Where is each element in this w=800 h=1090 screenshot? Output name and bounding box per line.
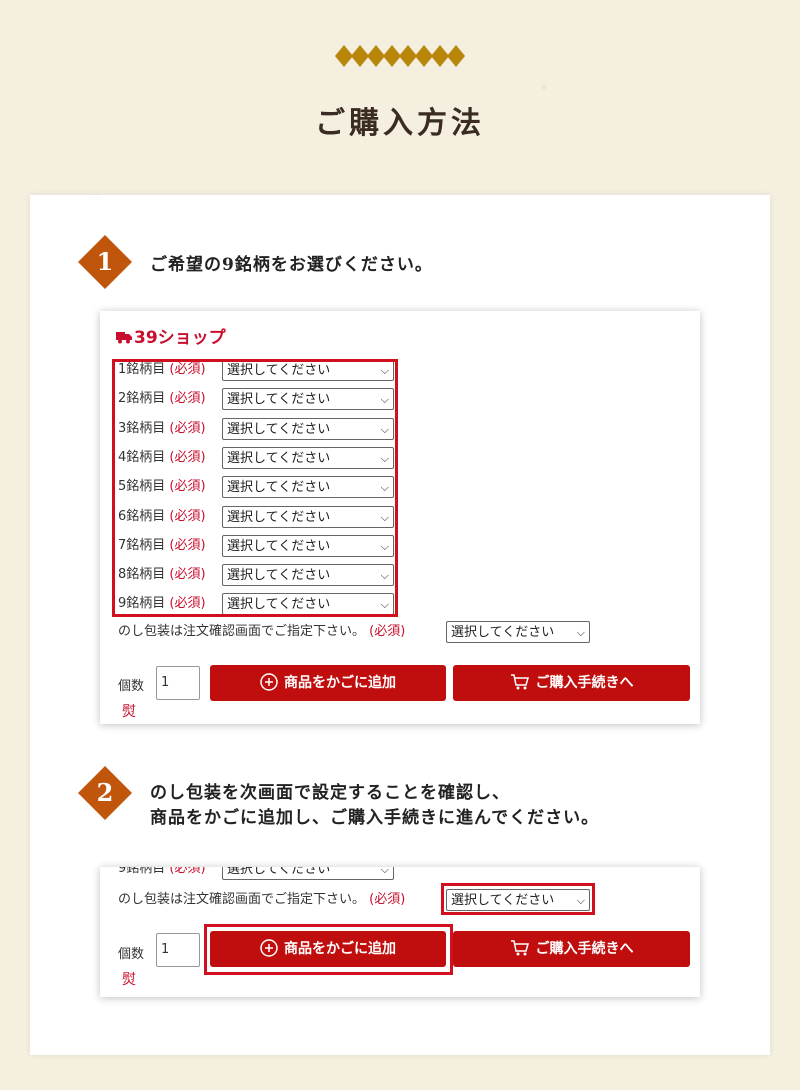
brand-row-9-partial: 9銘柄目 (必須) (118, 867, 206, 882)
brand-row-9-label: 9銘柄目 (118, 867, 166, 876)
checkout-label: ご購入手続きへ (535, 675, 634, 691)
add-to-cart-button[interactable]: 商品をかごに追加 (210, 665, 446, 701)
noshi-label: のし包装は注文確認画面でご指定下さい。 (118, 624, 366, 639)
noshi-required-2: (必須) (369, 892, 406, 907)
step-2-line-1: のし包装を次画面で設定することを確認し、 (150, 783, 510, 803)
add-to-cart-label: 商品をかごに追加 (284, 675, 396, 691)
noshi-row-2: のし包装は注文確認画面でご指定下さい。 (必須) (118, 887, 405, 913)
brand-select-9-partial[interactable]: 選択してください ⌵ (222, 867, 394, 880)
chevron-down-icon: ⌵ (380, 867, 389, 876)
noshi-required: (必須) (369, 624, 406, 639)
brand-row-9-required: (必須) (169, 867, 206, 876)
noshi-icon-2: 熨 (122, 972, 136, 988)
cart-icon (510, 940, 529, 956)
highlight-add-to-cart (204, 924, 453, 975)
noshi-row: のし包装は注文確認画面でご指定下さい。 (必須) (118, 619, 405, 645)
step-2-number: 2 (96, 778, 114, 807)
highlight-brand-selects (112, 359, 398, 617)
shop-logo: 39ショップ (116, 323, 226, 348)
quantity-input-2[interactable]: 1 (156, 933, 200, 967)
diamond-ornament (335, 45, 465, 67)
shop-screenshot-2: 9銘柄目 (必須) 選択してください ⌵ のし包装は注文確認画面でご指定下さい。… (100, 867, 700, 997)
noshi-icon: 熨 (122, 704, 136, 720)
checkout-label-2: ご購入手続きへ (535, 941, 634, 957)
quantity-input[interactable]: 1 (156, 666, 200, 700)
step-2-text: のし包装を次画面で設定することを確認し、 商品をかごに追加し、ご購入手続きに進ん… (150, 781, 599, 831)
chevron-down-icon: ⌵ (576, 626, 585, 639)
checkout-button-2[interactable]: ご購入手続きへ (453, 931, 690, 967)
brand-select-9-value: 選択してください (227, 867, 331, 877)
quantity-label-2: 個数 (118, 947, 145, 962)
noshi-select[interactable]: 選択してください ⌵ (446, 621, 590, 643)
truck-icon (116, 332, 132, 344)
checkout-button[interactable]: ご購入手続きへ (453, 665, 690, 701)
cart-icon (510, 674, 529, 690)
shop-logo-text: 39ショップ (134, 328, 226, 348)
step-1-number: 1 (96, 247, 114, 276)
page-title: ご購入方法 (315, 106, 485, 141)
step-1-badge: 1 (78, 235, 132, 289)
quantity-label: 個数 (118, 679, 145, 694)
step-1-text: ご希望の9銘柄をお選びください。 (150, 255, 433, 275)
instructions-card: 1 ご希望の9銘柄をお選びください。 39ショップ 1銘柄目 (必須) 選択してく… (30, 195, 770, 1055)
noshi-select-value: 選択してください (451, 625, 555, 640)
plus-circle-icon (260, 673, 278, 691)
highlight-noshi-select (441, 883, 595, 915)
step-2-badge: 2 (78, 766, 132, 820)
noshi-label-2: のし包装は注文確認画面でご指定下さい。 (118, 892, 366, 907)
step-2-line-2: 商品をかごに追加し、ご購入手続きに進んでください。 (150, 808, 600, 828)
shop-screenshot-1: 39ショップ 1銘柄目 (必須) 選択してください ⌵ 2銘柄目 (必須) 選択してくだ… (100, 311, 700, 724)
